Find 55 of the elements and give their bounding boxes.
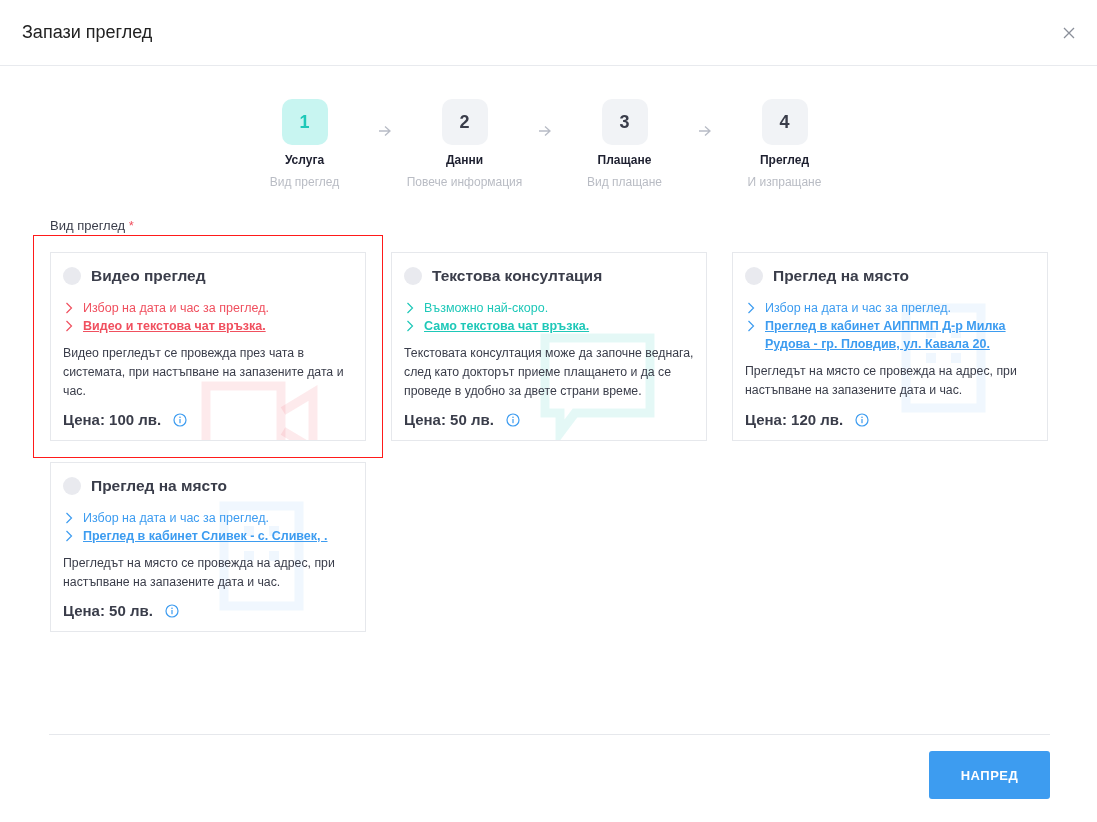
info-icon[interactable] [164,603,179,618]
step-subtitle: Вид преглед [269,175,340,189]
arrow-right-icon [537,125,552,137]
required-mark: * [128,218,134,233]
window-title: Запази преглед [22,22,153,43]
arrow-right-icon [377,125,392,137]
step-number[interactable]: 2 [441,99,488,145]
step-subtitle: Повече информация [406,175,523,189]
price-text: Цена: 50 лв. [63,602,153,619]
address-link[interactable]: Преглед в кабинет Сливек - с. Сливек, . [83,527,328,545]
price-text: Цена: 100 лв. [63,411,162,428]
chevron-right-icon [406,320,414,332]
chevron-right-icon [65,530,73,542]
option-title: Преглед на място [773,267,909,285]
chevron-right-icon [65,320,73,332]
option-card[interactable] [732,252,1048,441]
option-description: Прегледът на място се провежда на адрес, при настъпване на запазените дата и час. [745,363,1018,399]
address-link[interactable]: Видео и текстова чат връзка. [83,317,266,335]
option-description: Прегледът на място се провежда на адрес, при настъпване на запазените дата и час. [63,555,336,591]
chevron-right-icon [406,302,414,314]
feature-text: Избор на дата и час за преглед. [83,510,269,527]
info-icon[interactable] [173,412,188,427]
option-card[interactable]: Преглед на място Избор на дата и час за преглед. Преглед в кабинет Сливек - с. Сливек, . Прегледът на място се провежда на адрес, при настъпване на запазените дата и час. Цена: 50 лв. [50,462,366,632]
option-card[interactable]: Видео преглед Избор на дата и час за преглед. Видео и текстова чат връзка. Видео прегледът се провежда през чата в системата, при настъпване на запазените дата и час. Цена: 100 лв. [50,252,366,441]
option-title: Текстова консултация [432,267,603,285]
option-description: Текстовата консултация може да започне веднага, след като докторът приеме плащането и да се проведе в удобно за двете страни време. [404,345,694,400]
step-subtitle: Вид плащане [586,175,663,189]
feature-text: Избор на дата и час за преглед. [83,300,269,317]
step-title: Плащане [597,153,652,167]
chevron-right-icon [65,512,73,524]
step-title: Данни [445,153,484,167]
chevron-right-icon [747,320,755,332]
step-number[interactable]: 1 [281,99,328,145]
step-subtitle: И изпращане [747,175,822,189]
chevron-right-icon [747,302,755,314]
option-title: Преглед на място [91,477,227,495]
step-title: Услуга [284,153,325,167]
option-title: Видео преглед [91,267,206,285]
option-card[interactable] [391,252,707,441]
info-icon[interactable] [855,412,870,427]
step-title: Преглед [759,153,810,167]
field-label: Вид преглед [50,218,126,233]
feature-text: Избор на дата и час за преглед. [765,300,951,317]
info-icon[interactable] [505,412,520,427]
option-description: Видео прегледът се провежда през чата в системата, при настъпване на запазените дата и час. [63,345,345,400]
chevron-right-icon [65,302,73,314]
feature-text: Възможно най-скоро. [424,300,549,317]
next-button[interactable]: НАПРЕД [929,751,1050,799]
arrow-right-icon [697,125,712,137]
address-link[interactable]: Само текстова чат връзка. [424,317,590,335]
price-text: Цена: 50 лв. [404,411,494,428]
step-number[interactable]: 4 [761,99,808,145]
address-link[interactable]: Преглед в кабинет АИППМП Д-р Милка Рудова - гр. Пловдив, ул. Кавала 20. [765,317,1035,353]
price-text: Цена: 120 лв. [745,411,844,428]
step-number[interactable]: 3 [601,99,648,145]
